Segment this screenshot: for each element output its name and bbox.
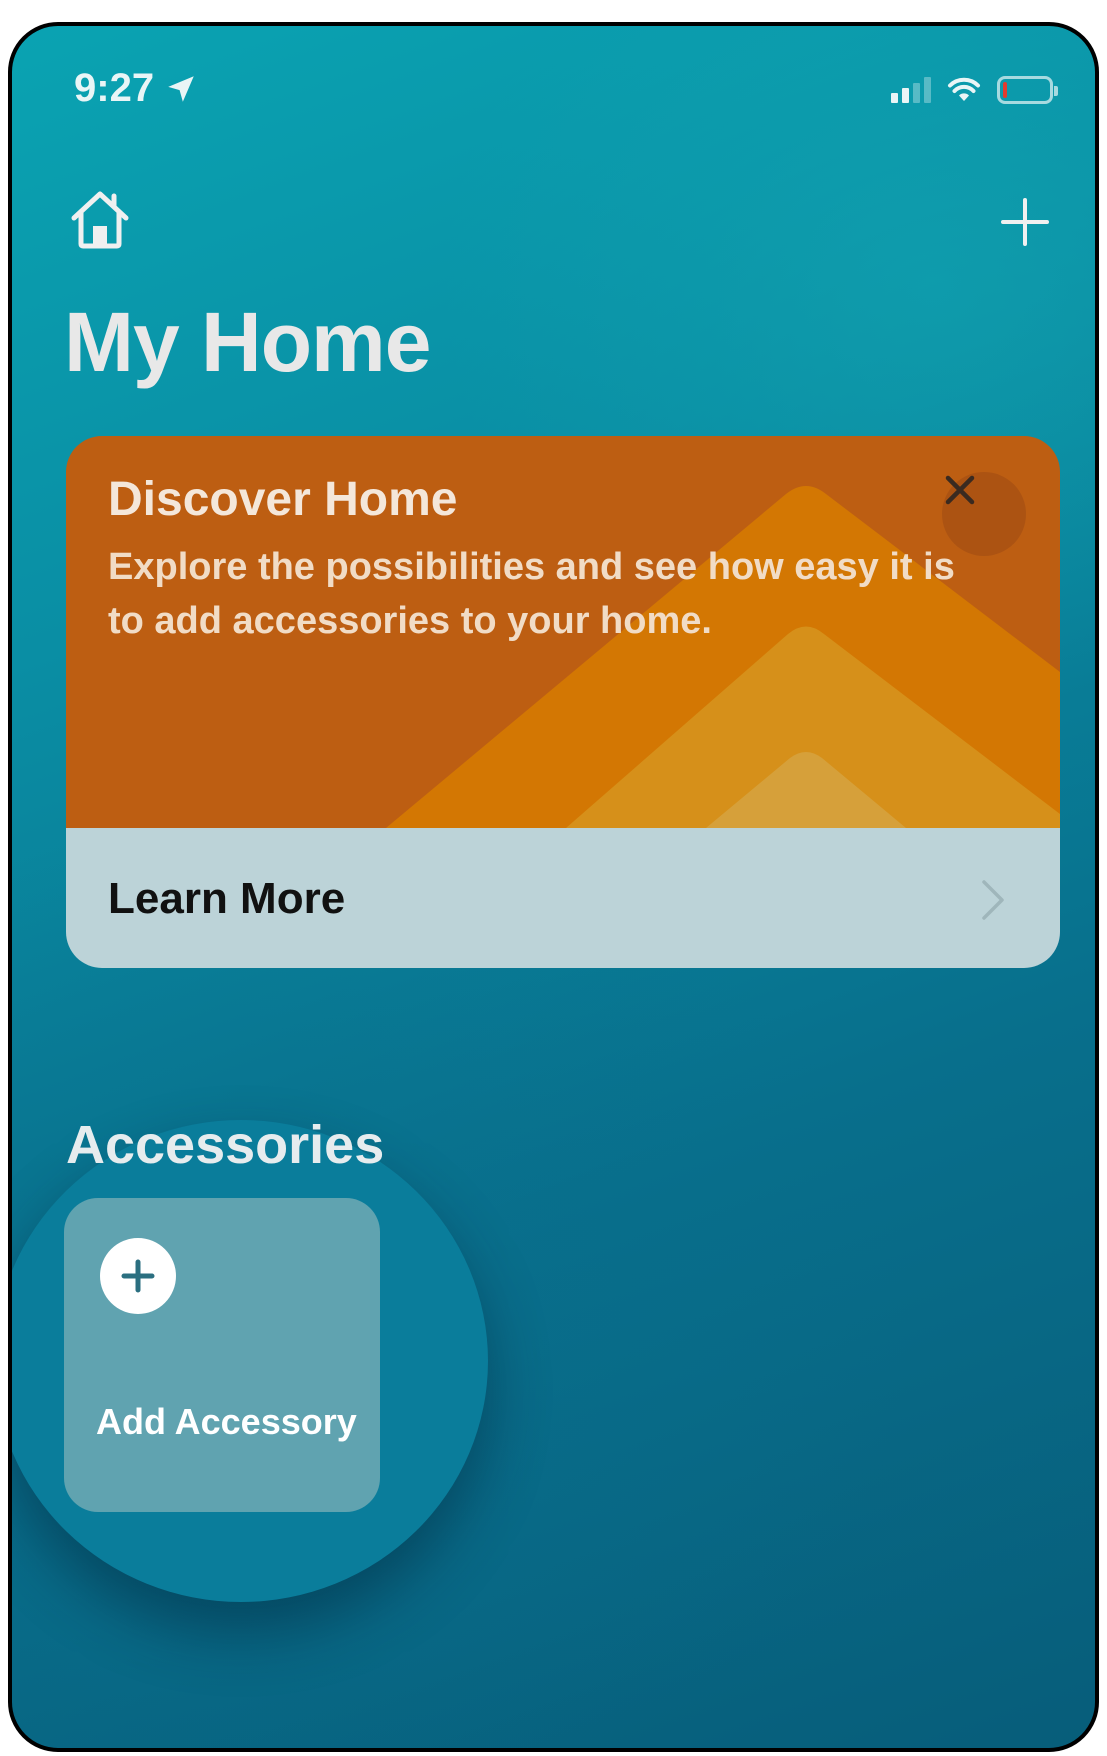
battery-low-icon — [997, 76, 1058, 104]
add-accessory-label: Add Accessory — [96, 1401, 357, 1442]
cellular-signal-icon — [891, 77, 931, 103]
phone-screen: 9:27 My Home Discover Home Explore the p… — [8, 22, 1099, 1752]
location-arrow-icon — [168, 75, 194, 102]
discover-card-title: Discover Home — [108, 473, 458, 526]
learn-more-label: Learn More — [108, 874, 346, 923]
wifi-icon — [948, 77, 980, 101]
discover-home-card: Discover Home Explore the possibilities … — [66, 436, 1060, 968]
plus-circle-icon — [100, 1238, 176, 1314]
discover-card-description: Explore the possibilities and see how ea… — [108, 546, 955, 642]
status-bar-time: 9:27 — [74, 66, 198, 111]
chevron-right-icon — [982, 880, 1004, 920]
status-bar-indicators — [891, 76, 1058, 104]
add-accessory-tile[interactable]: Add Accessory — [64, 1198, 380, 1512]
page-title: My Home — [64, 295, 431, 389]
time-label: 9:27 — [74, 66, 155, 110]
close-icon — [945, 475, 975, 505]
learn-more-row[interactable]: Learn More — [66, 828, 1060, 968]
add-button[interactable] — [995, 192, 1055, 252]
house-icon[interactable] — [64, 184, 136, 256]
discover-card-banner: Discover Home Explore the possibilities … — [66, 436, 1060, 828]
close-button[interactable] — [942, 472, 1026, 556]
accessories-section-title: Accessories — [66, 1115, 385, 1175]
